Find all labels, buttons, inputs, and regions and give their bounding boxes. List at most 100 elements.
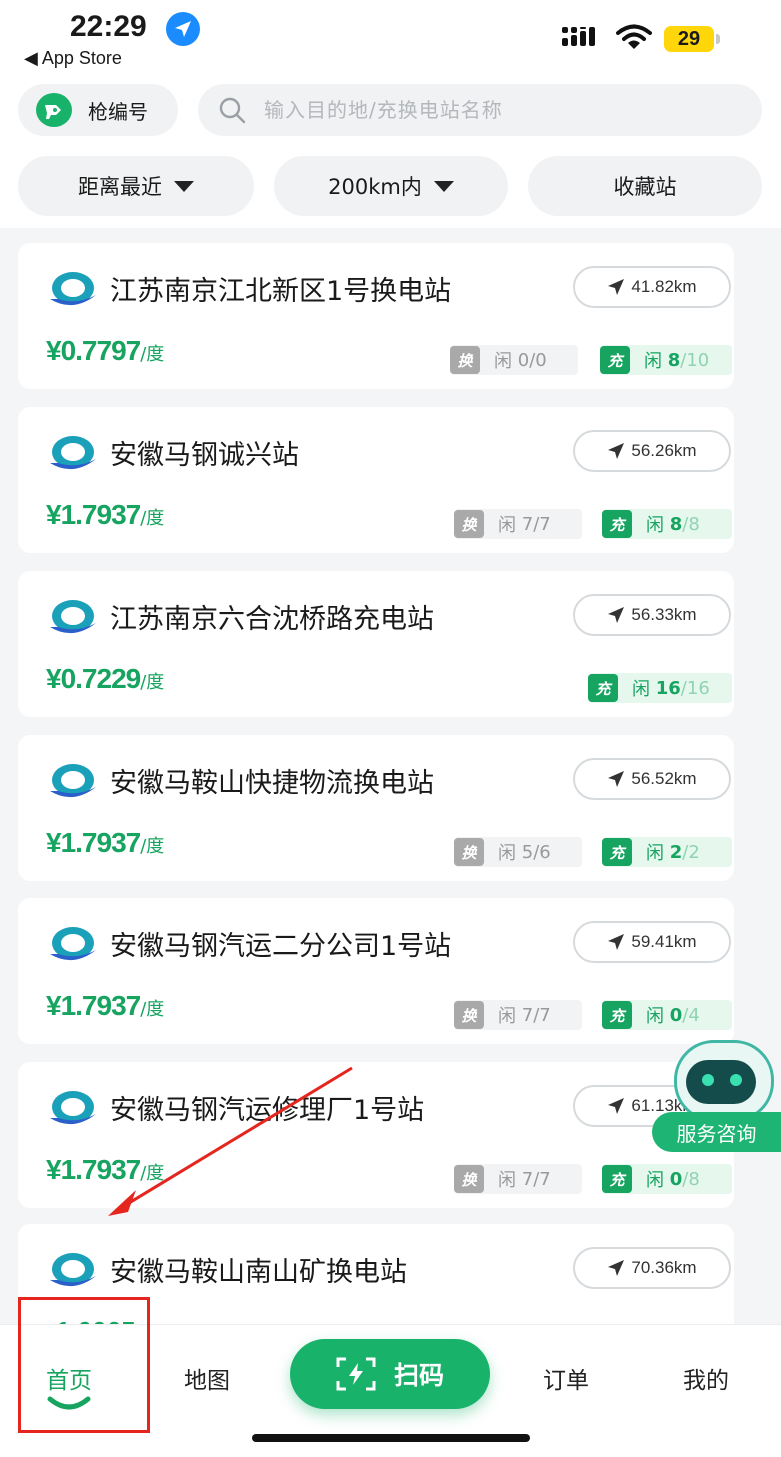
- navigation-arrow-icon: [608, 279, 625, 295]
- station-name: 安徽马钢诚兴站: [110, 440, 299, 471]
- sort-filter-label: 距离最近: [78, 175, 162, 199]
- station-card[interactable]: 安徽马钢诚兴站 56.26km ¥1.7937/度 换闲 7/7 充闲 8/8: [18, 407, 734, 553]
- station-logo-icon: [48, 761, 98, 807]
- charge-availability: 充闲 0/8: [602, 1164, 732, 1194]
- top-header: 22:29 ◀ App Store 29 枪编号 输入目的地/充换电站名称 距离…: [0, 0, 781, 228]
- range-filter[interactable]: 200km内: [274, 156, 508, 216]
- navigate-distance-button[interactable]: 56.52km: [573, 758, 731, 800]
- tab-mine[interactable]: 我的: [683, 1361, 729, 1395]
- idle-label: 闲: [646, 515, 664, 536]
- price-value: ¥0.7229: [46, 663, 141, 694]
- swap-total: /7: [533, 1004, 551, 1026]
- scan-button[interactable]: 扫码: [290, 1339, 490, 1409]
- charge-total: /2: [682, 841, 700, 863]
- favorites-filter-label: 收藏站: [613, 175, 677, 199]
- navigation-arrow-icon: [608, 1260, 625, 1276]
- price-unit: /度: [140, 1163, 165, 1184]
- swap-total: /7: [533, 513, 551, 535]
- tab-orders[interactable]: 订单: [543, 1361, 589, 1395]
- swap-availability: 换闲 7/7: [454, 1000, 582, 1030]
- station-name: 安徽马钢汽运二分公司1号站: [110, 931, 452, 962]
- navigation-arrow-icon: [608, 1098, 625, 1114]
- charge-total: /8: [682, 513, 700, 535]
- idle-label: 闲: [498, 515, 516, 536]
- swap-total: /6: [533, 841, 551, 863]
- charging-gun-icon: [36, 93, 72, 127]
- navigate-distance-button[interactable]: 70.36km: [573, 1247, 731, 1289]
- search-box[interactable]: [198, 84, 762, 136]
- gun-number-button[interactable]: 枪编号: [18, 84, 178, 136]
- charge-available: 0: [669, 1004, 683, 1026]
- station-card[interactable]: 江苏南京江北新区1号换电站 41.82km ¥0.7797/度 换闲 0/0 充…: [18, 243, 734, 389]
- charge-availability: 充闲 8/8: [602, 509, 732, 539]
- charge-badge: 充: [600, 346, 630, 374]
- swap-total: /7: [533, 1168, 551, 1190]
- swap-available: 7: [521, 1168, 534, 1190]
- idle-label: 闲: [498, 843, 516, 864]
- charge-available: 0: [669, 1168, 683, 1190]
- battery-indicator: 29: [664, 26, 714, 52]
- cellular-signal-icon: [562, 24, 602, 54]
- favorites-filter[interactable]: 收藏站: [528, 156, 762, 216]
- distance-label: 70.36km: [631, 1258, 697, 1277]
- navigate-distance-button[interactable]: 59.41km: [573, 921, 731, 963]
- service-consult-button[interactable]: 服务咨询: [652, 1112, 781, 1152]
- charge-badge: 充: [602, 510, 632, 538]
- swap-availability: 换闲 0/0: [450, 345, 578, 375]
- charge-availability: 充闲 16/16: [588, 673, 732, 703]
- station-card[interactable]: 安徽马钢汽运修理厂1号站 61.13km ¥1.7937/度 换闲 7/7 充闲…: [18, 1062, 734, 1208]
- station-card[interactable]: 安徽马钢汽运二分公司1号站 59.41km ¥1.7937/度 换闲 7/7 充…: [18, 898, 734, 1044]
- navigate-distance-button[interactable]: 56.26km: [573, 430, 731, 472]
- battery-cap: [716, 34, 720, 44]
- search-icon: [218, 96, 246, 128]
- station-logo-icon: [48, 1250, 98, 1296]
- swap-availability: 换闲 7/7: [454, 1164, 582, 1194]
- navigation-arrow-icon: [608, 771, 625, 787]
- charge-total: /8: [682, 1168, 700, 1190]
- sort-nearest-filter[interactable]: 距离最近: [18, 156, 254, 216]
- customer-service-widget[interactable]: 服务咨询: [652, 1036, 781, 1156]
- distance-label: 56.33km: [631, 605, 697, 624]
- idle-label: 闲: [646, 843, 664, 864]
- back-to-app-store-link[interactable]: ◀ App Store: [24, 48, 122, 69]
- station-logo-icon: [48, 597, 98, 643]
- swap-badge: 换: [454, 838, 484, 866]
- price-unit: /度: [140, 672, 165, 693]
- station-card[interactable]: 江苏南京六合沈桥路充电站 56.33km ¥0.7229/度 充闲 16/16: [18, 571, 734, 717]
- robot-eye: [702, 1074, 714, 1086]
- charge-availability: 充闲 8/10: [600, 345, 732, 375]
- charge-total: /4: [682, 1004, 700, 1026]
- idle-label: 闲: [646, 1170, 664, 1191]
- price-unit: /度: [140, 508, 165, 529]
- navigate-distance-button[interactable]: 41.82km: [573, 266, 731, 308]
- swap-available: 5: [521, 841, 534, 863]
- gun-number-label: 枪编号: [88, 100, 148, 124]
- status-time: 22:29: [70, 10, 147, 43]
- price-value: ¥1.7937: [46, 1154, 141, 1185]
- price: ¥1.7937/度: [46, 1154, 164, 1186]
- swap-available: 0: [517, 349, 530, 371]
- destination-search-input[interactable]: [264, 84, 734, 136]
- home-indicator: [252, 1434, 530, 1442]
- station-name: 江苏南京江北新区1号换电站: [110, 276, 452, 307]
- station-card[interactable]: 安徽马鞍山快捷物流换电站 56.52km ¥1.7937/度 换闲 5/6 充闲…: [18, 735, 734, 881]
- idle-label: 闲: [494, 351, 512, 372]
- charge-available: 2: [669, 841, 683, 863]
- idle-label: 闲: [644, 351, 662, 372]
- swap-badge: 换: [454, 1165, 484, 1193]
- station-logo-icon: [48, 433, 98, 479]
- price-value: ¥1.7937: [46, 499, 141, 530]
- station-name: 江苏南京六合沈桥路充电站: [110, 604, 434, 635]
- station-name: 安徽马鞍山快捷物流换电站: [110, 768, 434, 799]
- charge-available: 8: [669, 513, 683, 535]
- distance-label: 41.82km: [631, 277, 697, 296]
- tab-map[interactable]: 地图: [184, 1361, 230, 1395]
- robot-face: [686, 1060, 756, 1104]
- price-unit: /度: [140, 836, 165, 857]
- navigation-arrow-icon: [608, 443, 625, 459]
- swap-total: /0: [529, 349, 547, 371]
- swap-badge: 换: [450, 346, 480, 374]
- station-logo-icon: [48, 1088, 98, 1134]
- annotation-highlight-box: [18, 1297, 150, 1433]
- navigate-distance-button[interactable]: 56.33km: [573, 594, 731, 636]
